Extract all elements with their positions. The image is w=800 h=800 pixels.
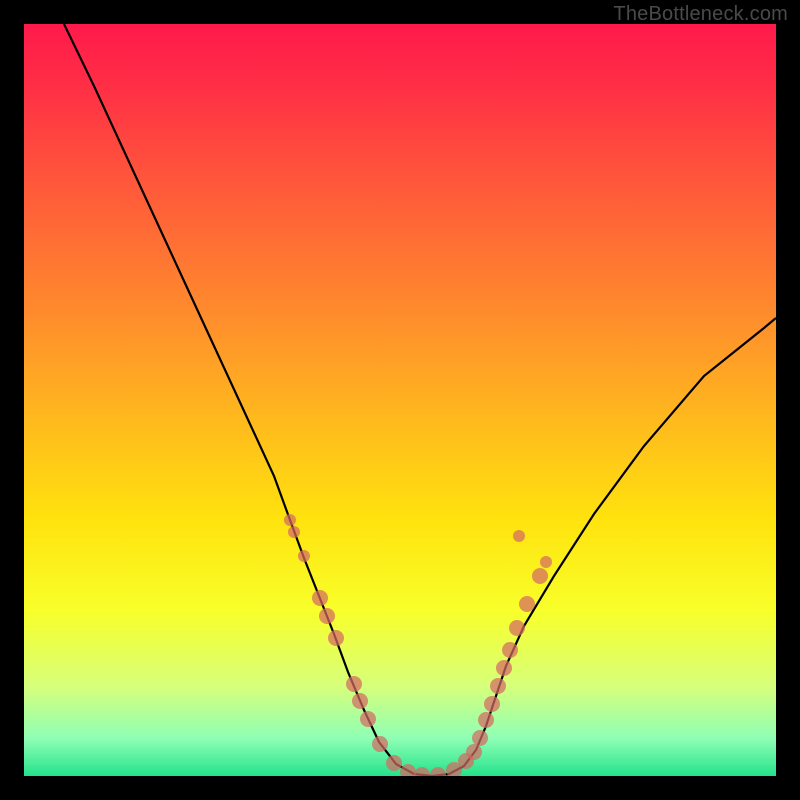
sample-dot: [414, 767, 430, 776]
sample-dot: [430, 767, 446, 776]
sample-dot: [519, 596, 535, 612]
sample-dot: [484, 696, 500, 712]
chart-svg: [24, 24, 776, 776]
sample-dot: [478, 712, 494, 728]
sample-dot: [386, 755, 402, 771]
sample-dot: [400, 764, 416, 776]
sample-dot: [490, 678, 506, 694]
sample-dot: [360, 711, 376, 727]
sample-dot: [502, 642, 518, 658]
plot-area: [24, 24, 776, 776]
watermark-text: TheBottleneck.com: [613, 3, 788, 26]
bottleneck-curve: [64, 24, 776, 776]
sample-dot: [472, 730, 488, 746]
sample-dot: [540, 556, 552, 568]
sample-dot: [372, 736, 388, 752]
sample-dot: [352, 693, 368, 709]
sample-dot: [298, 550, 310, 562]
sample-dots-group: [284, 514, 552, 776]
sample-dot: [513, 530, 525, 542]
chart-frame: TheBottleneck.com: [0, 0, 800, 800]
sample-dot: [284, 514, 296, 526]
sample-dot: [509, 620, 525, 636]
sample-dot: [328, 630, 344, 646]
sample-dot: [496, 660, 512, 676]
sample-dot: [319, 608, 335, 624]
sample-dot: [346, 676, 362, 692]
sample-dot: [532, 568, 548, 584]
sample-dot: [288, 526, 300, 538]
sample-dot: [312, 590, 328, 606]
sample-dot: [466, 744, 482, 760]
